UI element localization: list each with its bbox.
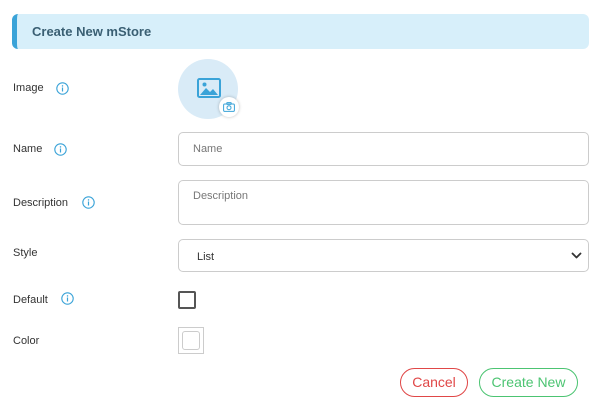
style-select[interactable]: List: [178, 239, 589, 272]
name-label: Name: [13, 143, 43, 155]
create-new-button[interactable]: Create New: [479, 368, 578, 397]
chevron-down-icon: [571, 252, 582, 259]
info-circle-icon[interactable]: [82, 196, 95, 209]
description-label: Description: [13, 197, 69, 209]
color-picker[interactable]: [178, 327, 204, 354]
info-circle-icon[interactable]: [61, 292, 74, 305]
page-title: Create New mStore: [32, 24, 152, 39]
image-upload-button[interactable]: [219, 97, 239, 117]
default-label: Default: [13, 294, 48, 306]
info-circle-icon[interactable]: [54, 143, 67, 156]
image-label: Image: [13, 82, 44, 94]
image-icon: [197, 78, 221, 98]
info-circle-icon[interactable]: [56, 82, 69, 95]
name-input[interactable]: [178, 132, 589, 166]
camera-icon: [223, 102, 235, 112]
default-checkbox[interactable]: [178, 291, 196, 309]
color-label: Color: [13, 335, 40, 347]
cancel-button[interactable]: Cancel: [400, 368, 468, 397]
page-header: Create New mStore: [12, 14, 589, 49]
description-input[interactable]: [178, 180, 589, 225]
style-label: Style: [13, 247, 38, 259]
style-selected-value: List: [197, 251, 215, 263]
color-swatch: [182, 331, 200, 350]
